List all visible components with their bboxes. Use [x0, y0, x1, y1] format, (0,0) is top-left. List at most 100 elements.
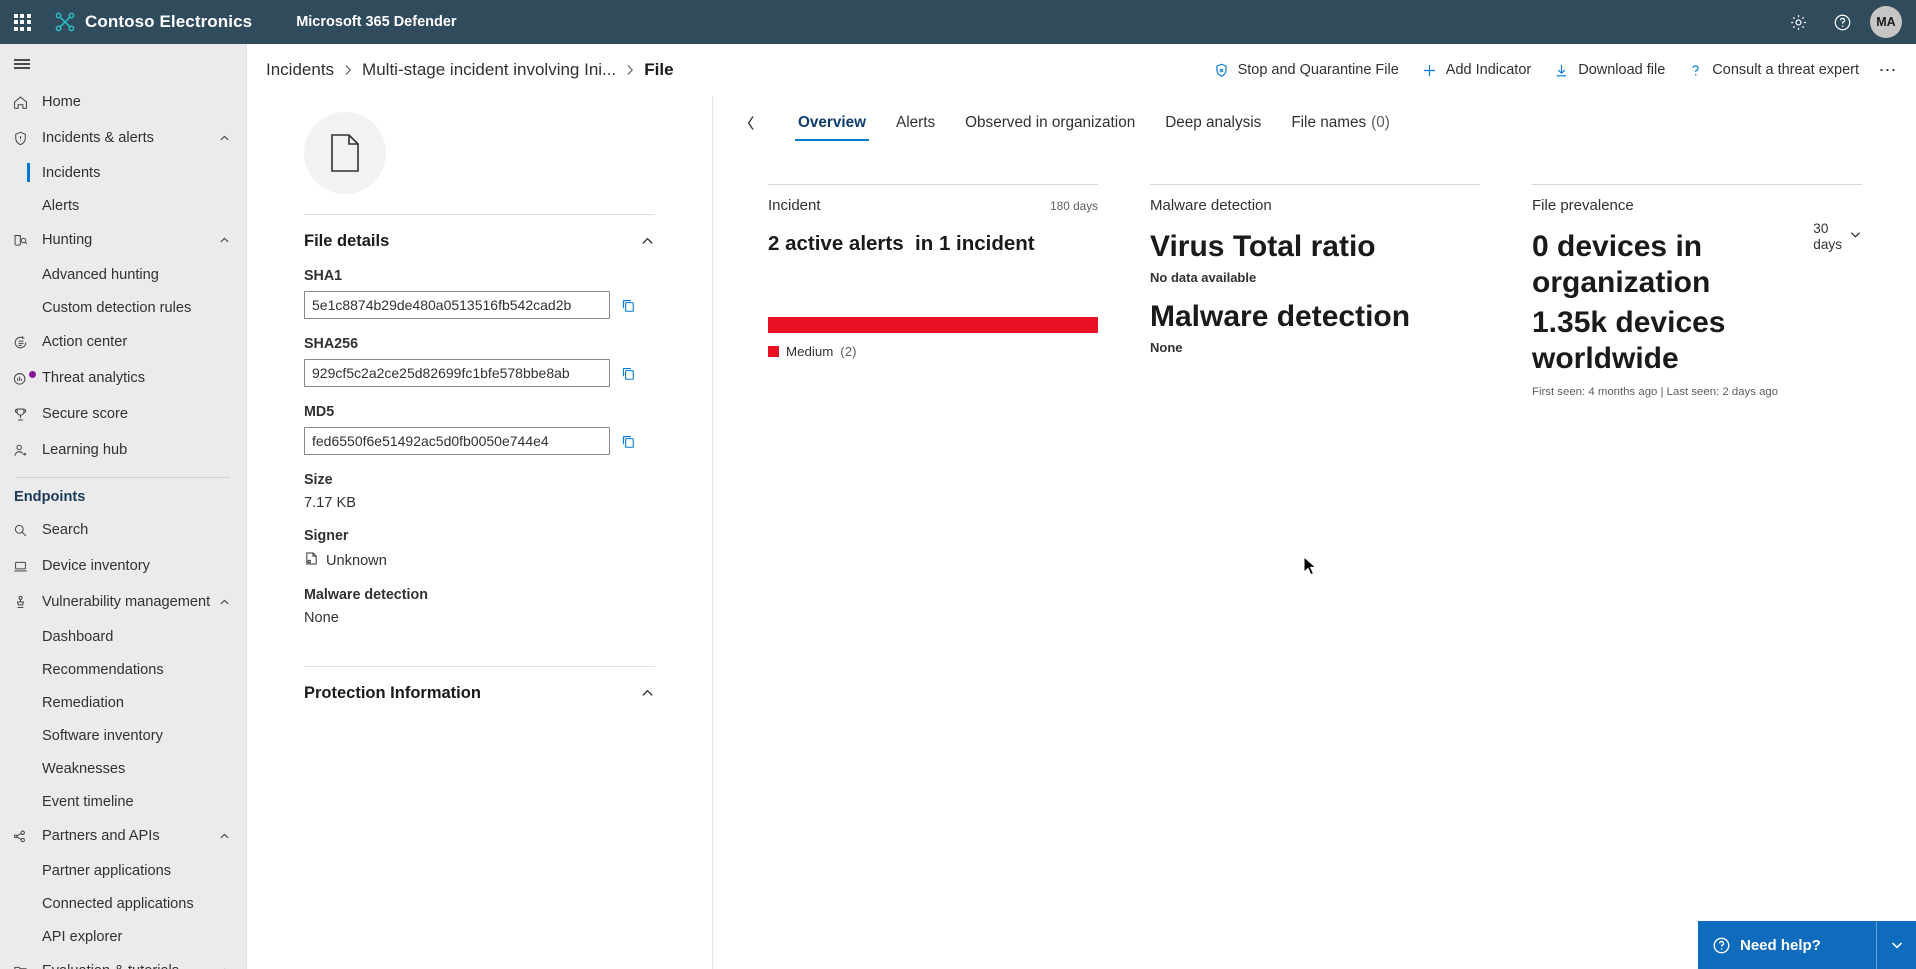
question-mark-icon[interactable] [1820, 0, 1864, 44]
sidebar-item-label: Device inventory [42, 558, 150, 574]
sidebar-item-advanced-hunting[interactable]: Advanced hunting [0, 258, 246, 291]
sidebar-item-partners-and-apis[interactable]: Partners and APIs [0, 818, 246, 854]
chevron-up-icon[interactable] [640, 234, 655, 249]
learning-hub-icon [12, 442, 42, 459]
gear-icon[interactable] [1776, 0, 1820, 44]
chevron-left-icon [747, 116, 754, 130]
breadcrumb-incident-name[interactable]: Multi-stage incident involving Ini... [362, 60, 616, 80]
protection-information-section-header[interactable]: Protection Information [304, 666, 655, 703]
tab-strip: Overview Alerts Observed in organization… [713, 96, 1916, 150]
stop-and-quarantine-file-button[interactable]: Stop and Quarantine File [1202, 52, 1410, 88]
field-label: Size [304, 472, 333, 488]
sidebar-item-incidents[interactable]: Incidents [0, 156, 246, 189]
chevron-up-icon[interactable] [219, 966, 230, 969]
chevron-up-icon[interactable] [219, 831, 230, 842]
chevron-down-icon[interactable] [1849, 228, 1862, 246]
sidebar-item-api-explorer[interactable]: API explorer [0, 920, 246, 953]
sidebar-item-weaknesses[interactable]: Weaknesses [0, 752, 246, 785]
sidebar-item-label: Action center [42, 334, 128, 350]
device-icon [12, 558, 42, 575]
tab-label: Observed in organization [965, 114, 1136, 131]
chevron-right-icon [343, 63, 353, 77]
left-navigation: Home Incidents & alerts Incidents Alerts… [0, 44, 247, 969]
sidebar-item-connected-applications[interactable]: Connected applications [0, 887, 246, 920]
need-help-widget[interactable]: Need help? [1698, 921, 1916, 969]
tab-label: File names [1291, 114, 1367, 131]
sidebar-item-software-inventory[interactable]: Software inventory [0, 719, 246, 752]
sidebar-item-dashboard[interactable]: Dashboard [0, 620, 246, 653]
file-details-section-header[interactable]: File details [304, 214, 655, 251]
sidebar-item-label: Remediation [42, 694, 124, 711]
sidebar-item-evaluation-and-tutorials[interactable]: Evaluation & tutorials [0, 953, 246, 969]
sidebar-item-search[interactable]: Search [0, 512, 246, 548]
sidebar-item-custom-detection-rules[interactable]: Custom detection rules [0, 291, 246, 324]
search-icon [12, 522, 42, 539]
sidebar-item-vulnerability-management[interactable]: Vulnerability management [0, 584, 246, 620]
sidebar-item-recommendations[interactable]: Recommendations [0, 653, 246, 686]
section-title: File details [304, 232, 390, 250]
plus-icon [1421, 62, 1438, 79]
hunting-icon [12, 232, 42, 249]
command-label: Stop and Quarantine File [1237, 62, 1399, 78]
field-label: SHA256 [304, 336, 359, 352]
add-indicator-button[interactable]: Add Indicator [1410, 52, 1542, 88]
md5-input[interactable] [304, 427, 610, 455]
avatar[interactable]: MA [1870, 6, 1902, 38]
sidebar-item-home[interactable]: Home [0, 84, 246, 120]
copy-icon[interactable] [620, 365, 637, 382]
chevron-up-icon[interactable] [219, 235, 230, 246]
suite-bar-actions: MA [1776, 0, 1916, 44]
home-icon [12, 94, 42, 111]
chevron-up-icon[interactable] [219, 597, 230, 608]
tab-observed-in-organization[interactable]: Observed in organization [950, 101, 1150, 145]
copy-icon[interactable] [620, 297, 637, 314]
tab-file-names[interactable]: File names (0) [1276, 101, 1405, 145]
copy-icon[interactable] [620, 433, 637, 450]
sidebar-item-alerts[interactable]: Alerts [0, 189, 246, 222]
sha1-field: SHA1 [304, 268, 655, 319]
incident-alert-count: 2 active alerts [768, 232, 904, 255]
brand[interactable]: Contoso Electronics [44, 11, 252, 33]
sidebar-item-label: Custom detection rules [42, 299, 192, 316]
consult-a-threat-expert-button[interactable]: Consult a threat expert [1676, 52, 1870, 88]
app-name[interactable]: Microsoft 365 Defender [296, 14, 456, 30]
sidebar-item-incidents-and-alerts[interactable]: Incidents & alerts [0, 120, 246, 156]
chevron-up-icon[interactable] [219, 133, 230, 144]
sidebar-item-remediation[interactable]: Remediation [0, 686, 246, 719]
field-label: Signer [304, 528, 349, 544]
sidebar-item-action-center[interactable]: Action center [0, 324, 246, 360]
chevron-right-icon [625, 63, 635, 77]
app-launcher-icon[interactable] [0, 0, 44, 44]
chevron-up-icon[interactable] [640, 686, 655, 701]
sidebar-item-event-timeline[interactable]: Event timeline [0, 785, 246, 818]
download-file-button[interactable]: Download file [1542, 52, 1676, 88]
suite-bar: Contoso Electronics Microsoft 365 Defend… [0, 0, 1916, 44]
sha1-input[interactable] [304, 291, 610, 319]
hamburger-menu-icon[interactable] [0, 44, 246, 84]
sidebar-item-secure-score[interactable]: Secure score [0, 396, 246, 432]
sidebar-item-threat-analytics[interactable]: Threat analytics [0, 360, 246, 396]
sidebar-item-learning-hub[interactable]: Learning hub [0, 432, 246, 468]
brand-name: Contoso Electronics [85, 12, 253, 31]
chevron-down-icon[interactable] [1876, 921, 1916, 969]
sidebar-item-label: Evaluation & tutorials [42, 963, 179, 969]
sidebar-item-device-inventory[interactable]: Device inventory [0, 548, 246, 584]
sha256-field: SHA256 [304, 336, 655, 387]
sidebar-item-label: Incidents & alerts [42, 130, 154, 146]
tab-alerts[interactable]: Alerts [881, 101, 950, 145]
sidebar-item-partner-applications[interactable]: Partner applications [0, 854, 246, 887]
sidebar-item-label: Learning hub [42, 442, 128, 458]
more-actions-button[interactable]: ⋯ [1870, 52, 1906, 88]
section-title: Protection Information [304, 684, 481, 702]
evaluation-icon [12, 963, 42, 969]
malware-detection-field: Malware detection None [304, 587, 655, 626]
collapse-pane-button[interactable] [733, 105, 769, 141]
sha256-input[interactable] [304, 359, 610, 387]
breadcrumb-incidents[interactable]: Incidents [266, 60, 334, 80]
tab-deep-analysis[interactable]: Deep analysis [1150, 101, 1276, 145]
tab-overview[interactable]: Overview [783, 101, 881, 145]
signer-field: Signer Unknown [304, 528, 655, 570]
devices-worldwide: 1.35k devices worldwide [1532, 306, 1726, 375]
sidebar-item-hunting[interactable]: Hunting [0, 222, 246, 258]
time-range-picker[interactable]: 30 days [1813, 197, 1862, 252]
